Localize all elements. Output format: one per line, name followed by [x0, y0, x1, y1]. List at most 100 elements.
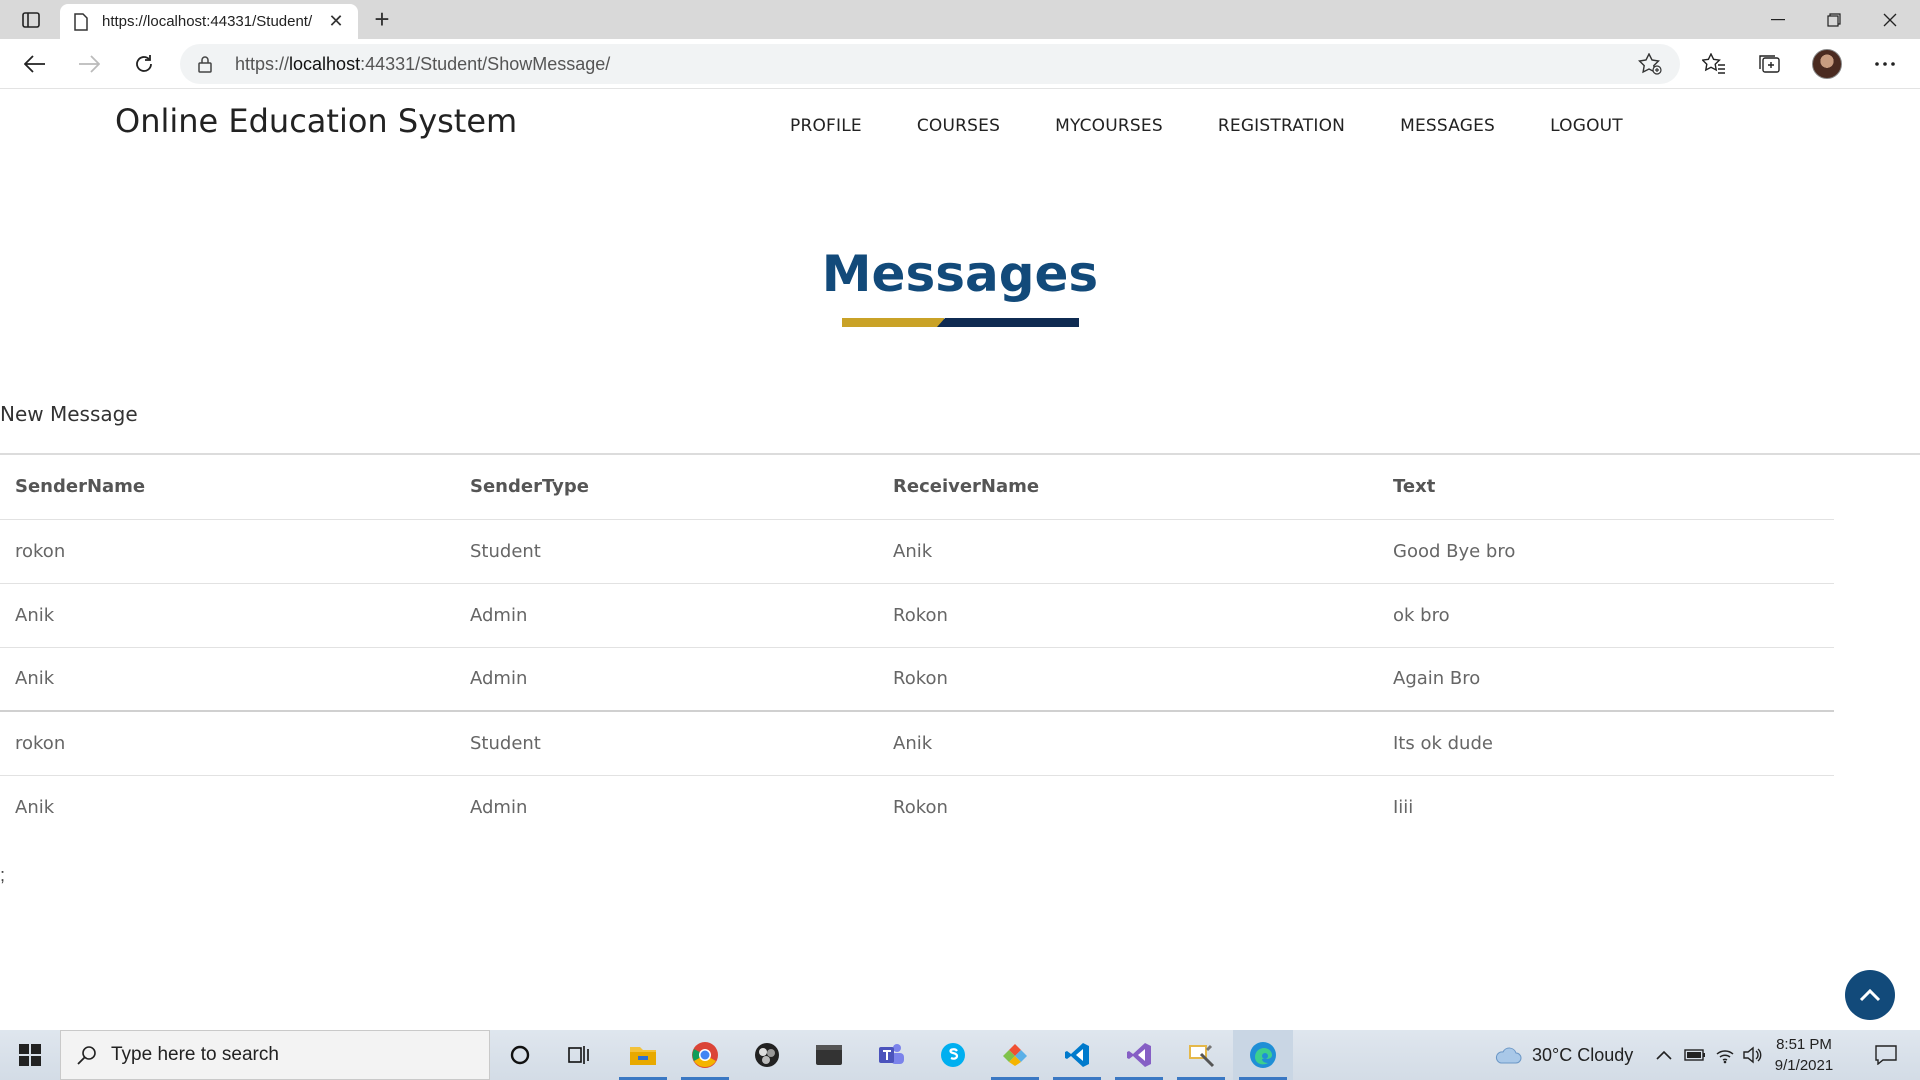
show-hidden-icons[interactable]	[1656, 1030, 1672, 1080]
forward-arrow-icon[interactable]	[73, 48, 105, 80]
cortana-icon[interactable]	[490, 1030, 550, 1080]
cell-sendername: Anik	[15, 796, 55, 818]
nav-logout[interactable]: LOGOUT	[1550, 116, 1623, 136]
git-icon[interactable]	[985, 1030, 1045, 1080]
terminal-icon[interactable]	[799, 1030, 859, 1080]
teams-icon[interactable]	[861, 1030, 921, 1080]
weather-text: 30°C Cloudy	[1532, 1044, 1634, 1065]
page-content: Online Education System PROFILE COURSES …	[0, 90, 1920, 1030]
cell-text: Again Bro	[1378, 647, 1834, 712]
restore-icon[interactable]	[1806, 0, 1862, 39]
table-row: Anik Admin Rokon Again Bro	[0, 647, 1834, 712]
messages-table: SenderName SenderType ReceiverName Text …	[0, 455, 1834, 839]
tool-icon[interactable]	[1171, 1030, 1231, 1080]
url-path: :44331/Student/ShowMessage/	[360, 54, 611, 74]
minimize-icon[interactable]	[1750, 0, 1806, 39]
collections-icon[interactable]	[1753, 48, 1785, 80]
table-row: Anik Admin Rokon ok bro	[0, 583, 1834, 648]
cell-receivername: Anik	[878, 519, 1378, 584]
battery-icon[interactable]	[1684, 1030, 1706, 1080]
chevron-up-icon	[1859, 988, 1881, 1002]
tab-bar: https://localhost:44331/Student/ ✕ +	[0, 0, 1920, 39]
volume-icon[interactable]	[1742, 1030, 1762, 1080]
column-header-sendername: SenderName	[0, 455, 455, 520]
url-text[interactable]: https://localhost:44331/Student/ShowMess…	[235, 54, 610, 75]
cell-sendername: Anik	[0, 647, 455, 712]
avatar	[1812, 49, 1842, 79]
cell-sendertype: Admin	[455, 647, 878, 712]
cell-receivername: Anik	[878, 711, 1378, 776]
cell-receivername: Rokon	[893, 796, 948, 818]
cell-text: Iiii	[1393, 796, 1414, 818]
weather-widget[interactable]: 30°C Cloudy	[1494, 1030, 1633, 1080]
cell-sendername: rokon	[0, 519, 455, 584]
table-header-row: SenderName SenderType ReceiverName Text	[0, 455, 1834, 520]
column-header-receivername: ReceiverName	[878, 455, 1378, 520]
close-window-icon[interactable]	[1862, 0, 1918, 39]
cell-sendertype: Student	[455, 519, 878, 584]
task-view-icon[interactable]	[550, 1030, 610, 1080]
lock-icon[interactable]	[198, 55, 212, 77]
search-icon	[77, 1046, 96, 1065]
chrome-icon[interactable]	[675, 1030, 735, 1080]
back-to-top-button[interactable]	[1845, 970, 1895, 1020]
windows-taskbar: Type here to search 30°C Cloudy 8:51 PM …	[0, 1030, 1920, 1080]
cell-sendertype: Admin	[470, 796, 528, 818]
obs-icon[interactable]	[737, 1030, 797, 1080]
cell-receivername: Rokon	[878, 583, 1378, 648]
clock-time: 8:51 PM	[1776, 1036, 1832, 1053]
more-menu-icon[interactable]	[1869, 48, 1901, 80]
cell-text: ok bro	[1378, 583, 1834, 648]
table-row: rokon Student Anik Good Bye bro	[0, 519, 1834, 584]
table-row: rokon Student Anik Its ok dude	[0, 711, 1834, 776]
underline-gold-segment	[842, 318, 944, 327]
column-header-sendertype: SenderType	[455, 455, 878, 520]
cloud-icon	[1495, 1047, 1522, 1064]
back-arrow-icon[interactable]	[19, 48, 51, 80]
new-tab-button[interactable]: +	[368, 6, 396, 34]
search-placeholder: Type here to search	[111, 1044, 279, 1065]
nav-messages[interactable]: MESSAGES	[1400, 116, 1495, 136]
chevron-up-icon	[1656, 1050, 1672, 1060]
visual-studio-icon[interactable]	[1109, 1030, 1169, 1080]
underline-navy-segment	[937, 318, 1079, 327]
tab-actions-icon[interactable]	[14, 8, 48, 32]
page-title: Messages	[821, 245, 1099, 303]
browser-window: https://localhost:44331/Student/ ✕ + htt…	[0, 0, 1920, 1080]
notifications-icon[interactable]	[1866, 1030, 1906, 1080]
cell-sendertype: Student	[455, 711, 878, 776]
cell-sendername: Anik	[0, 583, 455, 648]
file-explorer-icon[interactable]	[613, 1030, 673, 1080]
nav-courses[interactable]: COURSES	[917, 116, 1000, 136]
browser-tab[interactable]: https://localhost:44331/Student/ ✕	[60, 4, 358, 39]
vscode-icon[interactable]	[1047, 1030, 1107, 1080]
skype-icon[interactable]	[923, 1030, 983, 1080]
add-favorite-icon[interactable]	[1638, 52, 1662, 79]
url-scheme: https://	[235, 54, 290, 74]
stray-text: ;	[0, 865, 6, 885]
taskbar-search-input[interactable]: Type here to search	[60, 1030, 490, 1080]
title-underline	[842, 318, 1079, 327]
address-bar[interactable]: https://localhost:44331/Student/ShowMess…	[180, 44, 1680, 84]
tab-close-icon[interactable]: ✕	[326, 11, 346, 32]
new-message-link[interactable]: New Message	[0, 402, 138, 426]
table-row: Anik Admin Rokon Iiii	[0, 775, 1834, 839]
nav-profile[interactable]: PROFILE	[790, 116, 862, 136]
nav-mycourses[interactable]: MYCOURSES	[1055, 116, 1163, 136]
profile-avatar[interactable]	[1811, 48, 1843, 80]
page-icon	[72, 12, 90, 32]
site-brand[interactable]: Online Education System	[115, 102, 517, 140]
nav-registration[interactable]: REGISTRATION	[1218, 116, 1345, 136]
clock-date: 9/1/2021	[1774, 1057, 1834, 1074]
windows-start-icon[interactable]	[0, 1030, 60, 1080]
system-clock[interactable]: 8:51 PM 9/1/2021	[1762, 1034, 1846, 1076]
refresh-icon[interactable]	[128, 48, 160, 80]
cell-sendername: rokon	[0, 711, 455, 776]
edge-icon[interactable]	[1233, 1030, 1293, 1080]
column-header-text: Text	[1378, 455, 1834, 520]
url-host: localhost	[289, 54, 361, 74]
wifi-icon[interactable]	[1715, 1030, 1735, 1080]
browser-toolbar: https://localhost:44331/Student/ShowMess…	[0, 39, 1920, 89]
tab-title: https://localhost:44331/Student/	[102, 13, 313, 30]
favorites-icon[interactable]	[1698, 48, 1730, 80]
